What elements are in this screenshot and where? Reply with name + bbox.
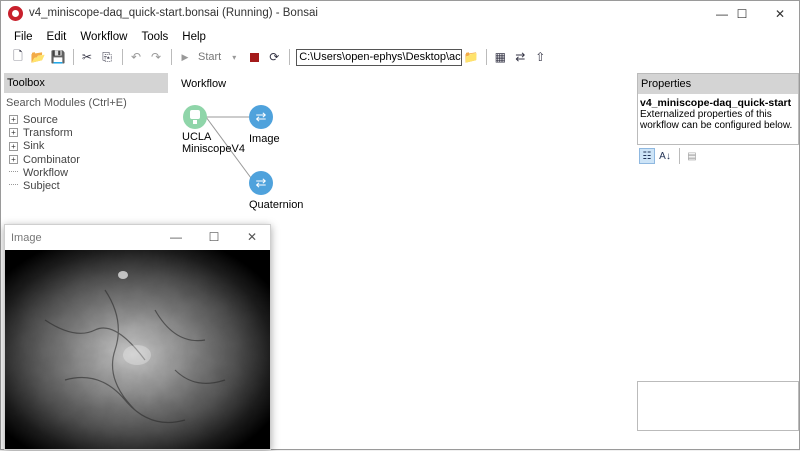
image-window-close-button[interactable]: ✕ bbox=[233, 227, 271, 247]
main-window: v4_miniscope-daq_quick-start.bonsai (Run… bbox=[0, 0, 800, 450]
alphabetical-sort-icon[interactable]: A↓ bbox=[657, 148, 673, 164]
quaternion-member-node[interactable]: ⇄ bbox=[249, 171, 273, 195]
properties-panel: Properties v4_miniscope-daq_quick-start … bbox=[637, 73, 799, 145]
properties-description: Externalized properties of this workflow… bbox=[640, 109, 793, 131]
property-pages-icon[interactable]: ▤ bbox=[684, 148, 700, 164]
toolbar-separator bbox=[679, 148, 680, 164]
shuffle-icon: ⇄ bbox=[255, 175, 267, 190]
image-visualizer-window[interactable]: Image — ☐ ✕ bbox=[4, 224, 271, 450]
property-description-box bbox=[637, 381, 799, 431]
image-window-minimize-button[interactable]: — bbox=[157, 227, 195, 247]
shuffle-icon: ⇄ bbox=[255, 109, 267, 124]
source-node-label-line1: UCLA bbox=[182, 131, 212, 143]
source-node-label: UCLA MiniscopeV4 bbox=[182, 131, 245, 155]
categorized-sort-icon[interactable]: ☷ bbox=[639, 148, 655, 164]
image-window-maximize-button[interactable]: ☐ bbox=[195, 227, 233, 247]
miniscope-image-view bbox=[5, 250, 270, 449]
image-node-label: Image bbox=[249, 133, 280, 145]
camera-icon bbox=[190, 110, 200, 124]
quaternion-node-label: Quaternion bbox=[249, 199, 304, 211]
source-node-label-line2: MiniscopeV4 bbox=[182, 143, 245, 155]
miniscope-frame bbox=[5, 250, 270, 449]
image-window-title: Image bbox=[11, 232, 42, 244]
image-member-node[interactable]: ⇄ bbox=[249, 105, 273, 129]
properties-toolbar: ☷ A↓ ▤ bbox=[639, 148, 702, 164]
miniscope-source-node[interactable] bbox=[183, 105, 207, 129]
properties-workflow-name: v4_miniscope-daq_quick-start bbox=[640, 97, 792, 109]
properties-header: Properties bbox=[638, 74, 798, 94]
